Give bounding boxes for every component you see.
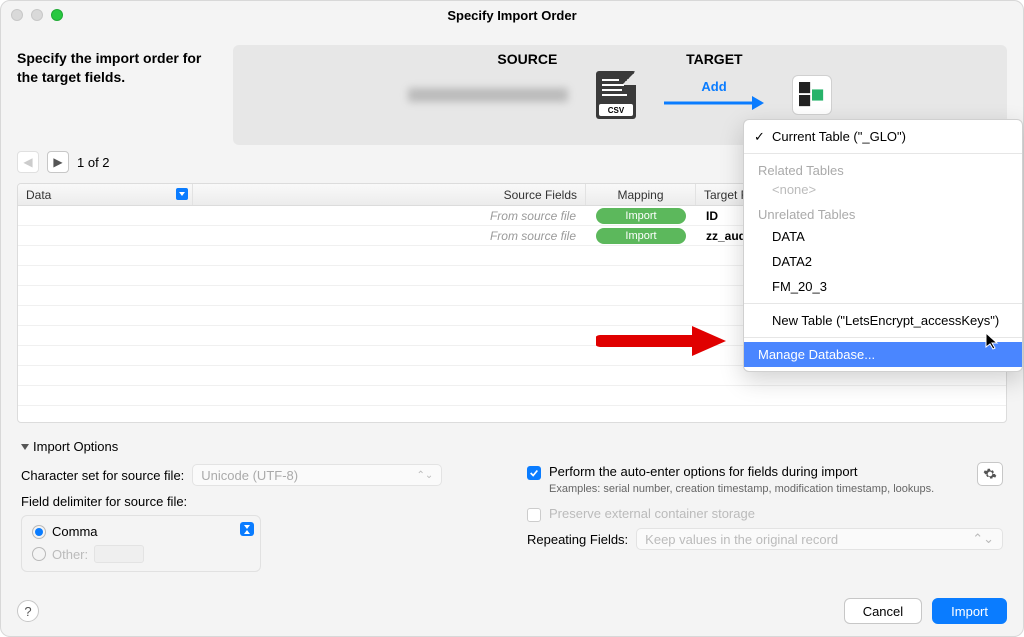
source-field-label: From source file xyxy=(193,229,586,243)
dialog-window: Specify Import Order Specify the import … xyxy=(0,0,1024,637)
source-filename xyxy=(408,88,568,102)
help-button[interactable]: ? xyxy=(17,600,39,622)
menu-unrelated-item[interactable]: FM_20_3 xyxy=(744,274,1022,299)
menu-unrelated-item[interactable]: DATA2 xyxy=(744,249,1022,274)
options-gear-button[interactable] xyxy=(977,462,1003,486)
import-button[interactable]: Import xyxy=(932,598,1007,624)
delimiter-other-input xyxy=(94,545,144,563)
import-options-toggle[interactable]: Import Options xyxy=(21,439,1003,454)
menu-separator xyxy=(744,303,1022,304)
target-app-icon[interactable] xyxy=(792,75,832,115)
cancel-button[interactable]: Cancel xyxy=(844,598,922,624)
pager-text: 1 of 2 xyxy=(77,155,110,170)
chevrons-icon[interactable] xyxy=(240,522,254,536)
titlebar: Specify Import Order xyxy=(1,1,1023,29)
menu-manage-database[interactable]: Manage Database... xyxy=(744,342,1022,367)
next-record-button[interactable]: ▶ xyxy=(47,151,69,173)
add-mapping-button[interactable]: Add xyxy=(664,79,764,112)
csv-file-icon: CSV xyxy=(596,71,636,119)
menu-separator xyxy=(744,337,1022,338)
radio-on-icon xyxy=(32,525,46,539)
chevrons-icon: ⌃⌄ xyxy=(972,531,994,547)
header-mapping: Mapping xyxy=(586,184,696,205)
repeating-fields-label: Repeating Fields: xyxy=(527,532,628,547)
menu-related-none: <none> xyxy=(744,180,1022,202)
menu-related-header: Related Tables xyxy=(744,158,1022,180)
gear-icon xyxy=(983,467,997,481)
menu-new-table[interactable]: New Table ("LetsEncrypt_accessKeys") xyxy=(744,308,1022,333)
delimiter-comma-radio[interactable]: Comma xyxy=(32,524,250,539)
target-table-menu: Current Table ("_GLO") Related Tables <n… xyxy=(743,119,1023,372)
menu-current-table[interactable]: Current Table ("_GLO") xyxy=(744,124,1022,149)
checkbox-off-icon xyxy=(527,508,541,522)
charset-label: Character set for source file: xyxy=(21,468,184,483)
instructions-text: Specify the import order for the target … xyxy=(17,45,217,145)
chevron-down-icon xyxy=(21,444,29,450)
target-label: TARGET xyxy=(686,51,743,67)
delimiter-other-radio[interactable]: Other: xyxy=(32,545,250,563)
auto-enter-checkbox[interactable]: Perform the auto-enter options for field… xyxy=(527,464,1003,480)
charset-select[interactable]: Unicode (UTF-8) ⌃⌄ xyxy=(192,464,442,486)
window-title: Specify Import Order xyxy=(1,8,1023,23)
table-row xyxy=(18,386,1006,406)
repeating-fields-select[interactable]: Keep values in the original record ⌃⌄ xyxy=(636,528,1003,550)
menu-unrelated-header: Unrelated Tables xyxy=(744,202,1022,224)
header-data-dropdown[interactable]: Data xyxy=(18,184,193,205)
header-source-fields: Source Fields xyxy=(193,184,586,205)
checkbox-on-icon xyxy=(527,466,541,480)
mapping-pill[interactable]: Import xyxy=(596,228,686,244)
preserve-storage-checkbox: Preserve external container storage xyxy=(527,506,1003,522)
menu-separator xyxy=(744,153,1022,154)
delimiter-box: Comma Other: xyxy=(21,515,261,572)
delimiter-label: Field delimiter for source file: xyxy=(21,494,497,509)
cursor-icon xyxy=(985,332,999,350)
menu-unrelated-item[interactable]: DATA xyxy=(744,224,1022,249)
chevrons-icon: ⌃⌄ xyxy=(417,470,434,481)
prev-record-button[interactable]: ◀ xyxy=(17,151,39,173)
source-label: SOURCE xyxy=(497,51,557,67)
mapping-pill[interactable]: Import xyxy=(596,208,686,224)
radio-off-icon xyxy=(32,547,46,561)
chevrons-icon xyxy=(176,188,188,200)
auto-enter-examples: Examples: serial number, creation timest… xyxy=(549,482,1003,496)
source-field-label: From source file xyxy=(193,209,586,223)
